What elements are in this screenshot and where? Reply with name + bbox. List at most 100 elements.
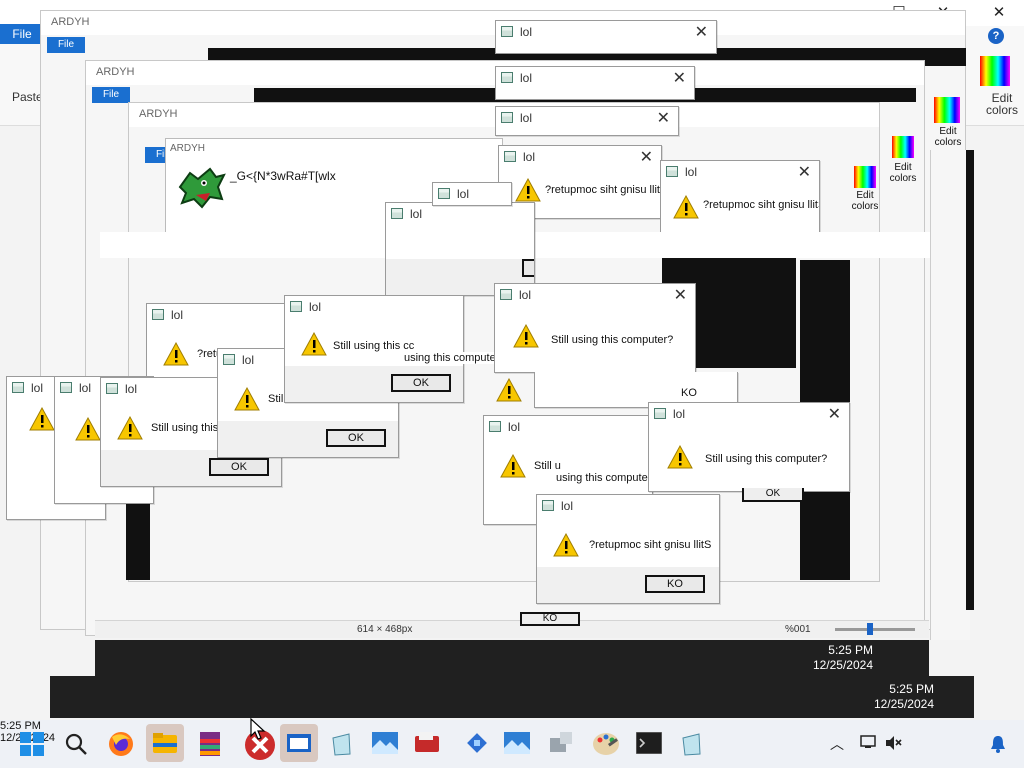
file-tab[interactable]: File xyxy=(0,24,44,44)
close-icon[interactable]: ✕ xyxy=(657,108,670,128)
close-button-outer[interactable]: ✕ xyxy=(976,0,1022,26)
app-icon xyxy=(501,112,513,123)
file-explorer-button[interactable] xyxy=(146,724,184,762)
ok-button[interactable]: OK xyxy=(391,374,451,392)
ok-button[interactable]: OK xyxy=(209,458,269,476)
lol-dialog: lol xyxy=(432,182,512,206)
warning-icon xyxy=(163,342,189,366)
start-icon[interactable] xyxy=(20,732,44,756)
dialog-message: Still using this computer? xyxy=(551,334,674,346)
lol-dialog: lol ✕ xyxy=(495,66,695,100)
notification-bell-icon[interactable] xyxy=(990,735,1006,753)
ok-button[interactable]: OK xyxy=(326,429,386,447)
app-icon xyxy=(501,72,513,83)
close-icon[interactable]: ✕ xyxy=(674,285,687,305)
warning-icon xyxy=(301,332,327,356)
app-icon xyxy=(60,382,72,393)
clock[interactable]: 5:25 PM12/25/2024 xyxy=(874,682,934,712)
lol-dialog: lol ✕ Still using this computer? xyxy=(648,402,850,492)
warning-icon xyxy=(117,416,143,440)
app-icon xyxy=(223,354,235,365)
app-icon xyxy=(438,188,450,199)
warning-icon xyxy=(515,178,541,202)
disk-icon[interactable] xyxy=(548,730,574,756)
edit-colors-icon xyxy=(892,136,914,158)
edit-colors-icon xyxy=(854,166,876,188)
winrar-icon[interactable] xyxy=(198,732,222,756)
ok-button[interactable]: KO xyxy=(520,612,580,626)
lol-dialog: lol ✕ xyxy=(495,20,717,54)
app-icon xyxy=(489,421,501,432)
edit-colors-label: Edit colors xyxy=(889,162,917,184)
window-app-button[interactable] xyxy=(280,724,318,762)
search-icon[interactable] xyxy=(64,732,88,756)
app-icon xyxy=(500,289,512,300)
ok-button[interactable]: KO xyxy=(659,386,719,400)
close-icon[interactable]: ✕ xyxy=(673,68,686,88)
app-icon xyxy=(152,309,164,320)
edit-colors-label: Edit colors xyxy=(851,190,879,212)
dialog-message: Still using this computer? xyxy=(705,453,828,465)
ok-button[interactable]: KO xyxy=(645,575,705,593)
lol-dialog: lol ✕ ?retupmoc siht gnisu llitS xyxy=(660,160,820,240)
warning-icon xyxy=(673,195,699,219)
close-icon[interactable]: ✕ xyxy=(640,147,653,167)
firefox-icon[interactable] xyxy=(108,731,134,757)
file-explorer-icon xyxy=(153,733,177,753)
green-dragon-icon xyxy=(178,167,226,209)
lol-dialog: lol ✕ Still using this computer? xyxy=(494,283,696,373)
warning-icon xyxy=(500,454,526,478)
canvas-size-text: 614 × 468px xyxy=(357,624,413,635)
warning-icon xyxy=(553,533,579,557)
terminal-icon[interactable] xyxy=(636,732,662,754)
dialog-message: ?retupmoc siht gnisu llitS xyxy=(589,539,712,551)
chevron-up-icon[interactable]: ︿ xyxy=(830,734,844,754)
cube-app-icon[interactable] xyxy=(464,730,490,756)
dialog-message-fragment: using this computer xyxy=(556,472,652,484)
edit-colors-icon[interactable] xyxy=(980,56,1010,86)
photo-icon[interactable] xyxy=(372,732,398,754)
edit-colors-label[interactable]: Edit colors xyxy=(980,92,1024,116)
app-icon xyxy=(654,408,666,419)
close-icon[interactable]: ✕ xyxy=(798,162,811,182)
trash-icon[interactable] xyxy=(330,732,352,756)
network-icon[interactable] xyxy=(860,734,878,752)
warning-icon xyxy=(75,417,101,441)
app-icon xyxy=(12,382,24,393)
dialog-message: Still using this c xyxy=(151,422,227,434)
dialog-message: ?retupmoc siht gnisu llitS xyxy=(703,199,820,211)
zoom-thumb[interactable] xyxy=(867,623,873,635)
ok-button[interactable]: OK xyxy=(742,488,804,502)
red-folder-icon[interactable] xyxy=(414,730,440,756)
photo-icon-2[interactable] xyxy=(504,732,530,754)
edit-colors-icon xyxy=(934,97,960,123)
paste-label[interactable]: Paste xyxy=(12,90,43,104)
close-icon[interactable]: ✕ xyxy=(828,404,841,424)
lol-dialog: lol ?retupmoc siht gnisu llitS KO xyxy=(536,494,720,604)
zoom-text: %001 xyxy=(785,624,811,635)
app-icon xyxy=(106,383,118,394)
warning-icon xyxy=(513,324,539,348)
zoom-slider[interactable] xyxy=(835,628,915,631)
window-app-icon xyxy=(287,734,311,752)
dialog-message: ?retupmoc siht gnisu llitS xyxy=(545,184,662,196)
warning-icon xyxy=(234,387,260,411)
app-icon xyxy=(391,208,403,219)
dialog-message: Still u xyxy=(534,460,561,472)
ok-button[interactable]: KO xyxy=(522,259,534,277)
paint-icon[interactable] xyxy=(592,730,620,756)
lol-dialog: lol Still using this cc OK xyxy=(284,295,464,403)
close-icon[interactable]: ✕ xyxy=(695,22,708,42)
edit-colors-label: Edit colors xyxy=(934,126,962,148)
mouse-cursor-icon xyxy=(250,718,266,740)
app-icon xyxy=(504,151,516,162)
warning-icon xyxy=(29,407,55,431)
status-bar: 614 × 468px %001 xyxy=(95,620,929,638)
app-icon xyxy=(290,301,302,312)
trash-icon-2[interactable] xyxy=(680,732,702,756)
lol-dialog: lol ✕ xyxy=(495,106,679,136)
clock[interactable]: 5:25 PM12/25/2024 xyxy=(813,643,873,673)
taskbar-smear-inner: 5:25 PM 12/25/2024 xyxy=(95,640,929,676)
volume-muted-icon[interactable] xyxy=(884,734,902,752)
help-icon[interactable]: ? xyxy=(988,28,1004,44)
